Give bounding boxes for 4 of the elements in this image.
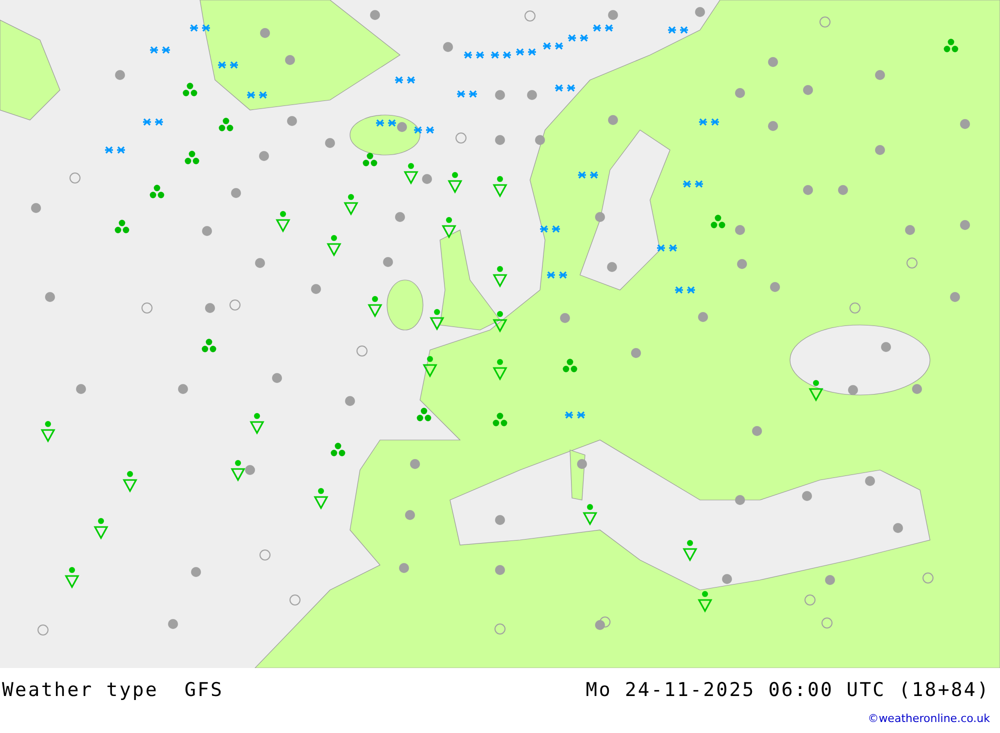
model-name: GFS (184, 679, 224, 701)
credit-link[interactable]: ©weatheronline.co.uk (868, 712, 990, 725)
map-title: Weather type (2, 679, 158, 701)
forecast-datetime: Mo 24-11-2025 06:00 UTC (18+84) (586, 679, 990, 701)
